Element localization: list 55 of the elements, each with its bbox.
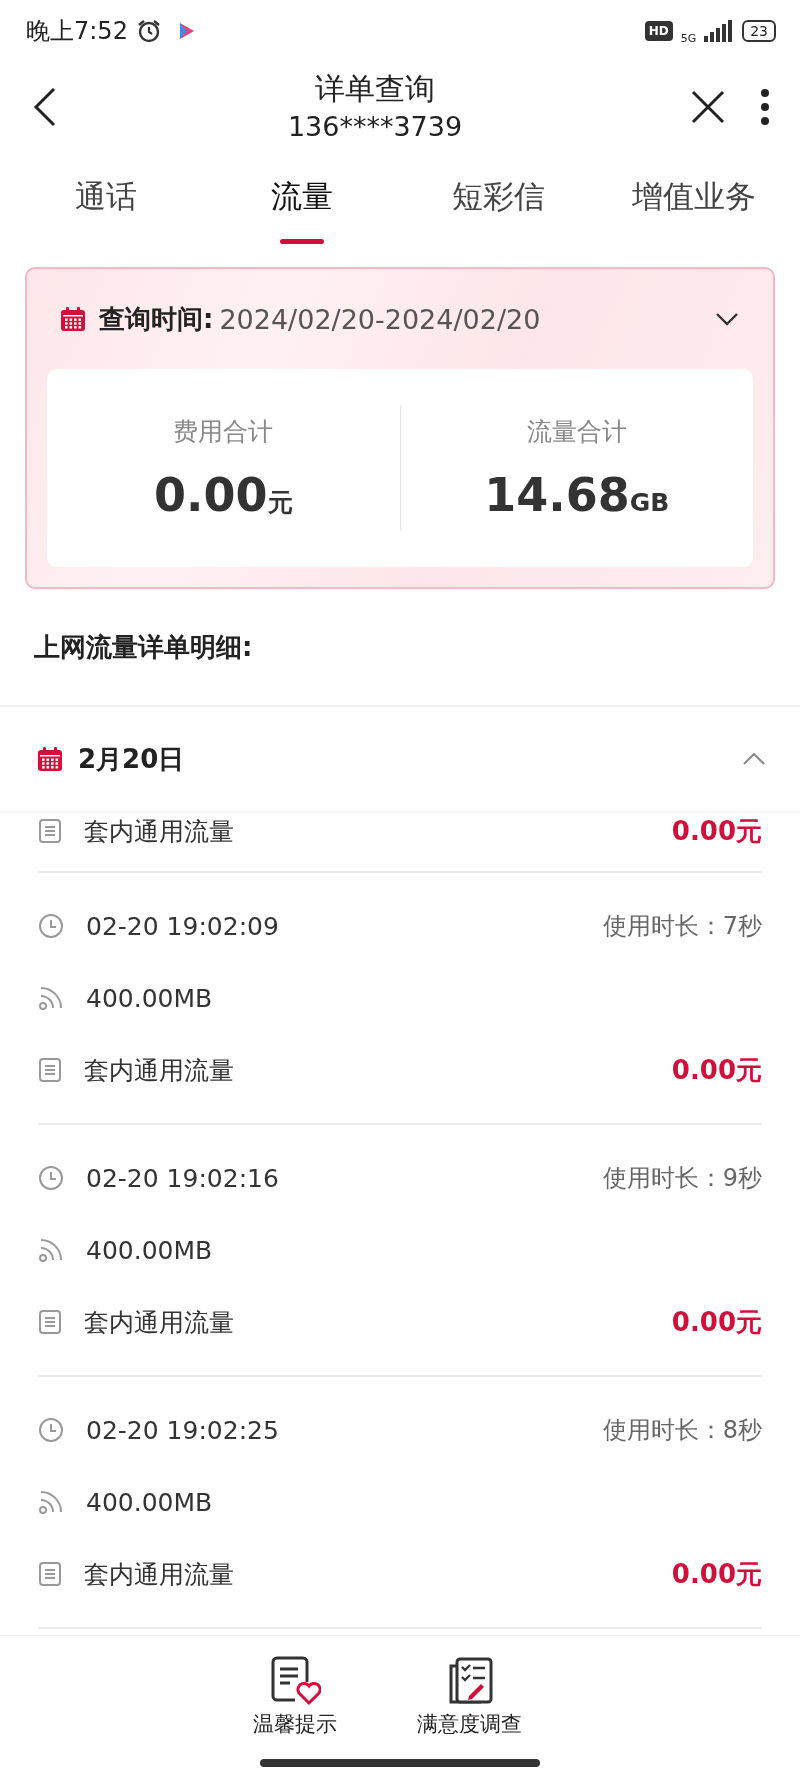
summary-label: 费用合计 <box>173 415 274 448</box>
record-time: 02-20 19:02:25 <box>86 1415 279 1445</box>
section-title: 上网流量详单明细: <box>34 630 253 664</box>
data-volume: 400.00MB <box>86 1487 213 1517</box>
tab[interactable]: 增值业务 <box>632 152 756 246</box>
record-time: 02-20 19:02:16 <box>86 1163 279 1193</box>
chevron-down-icon[interactable] <box>715 312 739 326</box>
more-icon[interactable] <box>760 88 770 126</box>
summary-value: 0.00元 <box>154 467 293 522</box>
plan-name: 套内通用流量 <box>84 1054 234 1087</box>
tab[interactable]: 短彩信 <box>451 152 545 246</box>
fee-amount: 0.00元 <box>671 814 762 848</box>
note-heart-icon <box>269 1656 321 1706</box>
data-signal-icon <box>38 985 64 1011</box>
date-range: 2024/02/20-2024/02/20 <box>219 303 541 335</box>
chevron-up-icon[interactable] <box>742 752 766 766</box>
fee-amount: 0.00元 <box>671 1557 762 1591</box>
clock-icon <box>38 1165 64 1191</box>
battery-indicator: 23 <box>742 20 776 42</box>
day-date: 2月20日 <box>78 742 185 776</box>
usage-duration: 使用时长：7秒 <box>602 911 762 942</box>
plan-name: 套内通用流量 <box>84 815 234 848</box>
tab[interactable]: 通话 <box>75 152 137 246</box>
list-icon <box>38 818 62 844</box>
data-volume: 400.00MB <box>86 983 213 1013</box>
fee-amount: 0.00元 <box>671 1053 762 1087</box>
clock-time: 晚上7:52 <box>26 16 128 47</box>
usage-duration: 使用时长：9秒 <box>602 1163 762 1194</box>
page-title: 详单查询 <box>315 70 435 108</box>
list-icon <box>38 1561 62 1587</box>
summary-value: 14.68GB <box>484 467 670 522</box>
record-time: 02-20 19:02:09 <box>86 911 279 941</box>
clock-icon <box>38 1417 64 1443</box>
data-volume: 400.00MB <box>86 1235 213 1265</box>
tab[interactable]: 流量 <box>271 152 333 246</box>
list-icon <box>38 1057 62 1083</box>
query-label: 查询时间: <box>99 302 214 336</box>
calendar-icon <box>36 745 64 773</box>
data-signal-icon <box>38 1489 64 1515</box>
plan-name: 套内通用流量 <box>84 1306 234 1339</box>
list-icon <box>38 1309 62 1335</box>
close-icon[interactable] <box>690 89 726 125</box>
bottom-nav-item[interactable]: 满意度调查 <box>417 1656 522 1738</box>
data-signal-icon <box>38 1237 64 1263</box>
fee-amount: 0.00元 <box>671 1305 762 1339</box>
signal-icon <box>704 20 735 42</box>
usage-duration: 使用时长：8秒 <box>602 1415 762 1446</box>
calendar-icon <box>59 305 87 333</box>
network-label: 5G <box>680 31 697 45</box>
bottom-nav-item[interactable]: 温馨提示 <box>253 1656 337 1738</box>
clock-icon <box>38 913 64 939</box>
summary-label: 流量合计 <box>526 415 627 448</box>
phone-number: 136****3739 <box>287 110 463 144</box>
hd-badge: HD <box>644 21 673 41</box>
plan-name: 套内通用流量 <box>84 1558 234 1591</box>
